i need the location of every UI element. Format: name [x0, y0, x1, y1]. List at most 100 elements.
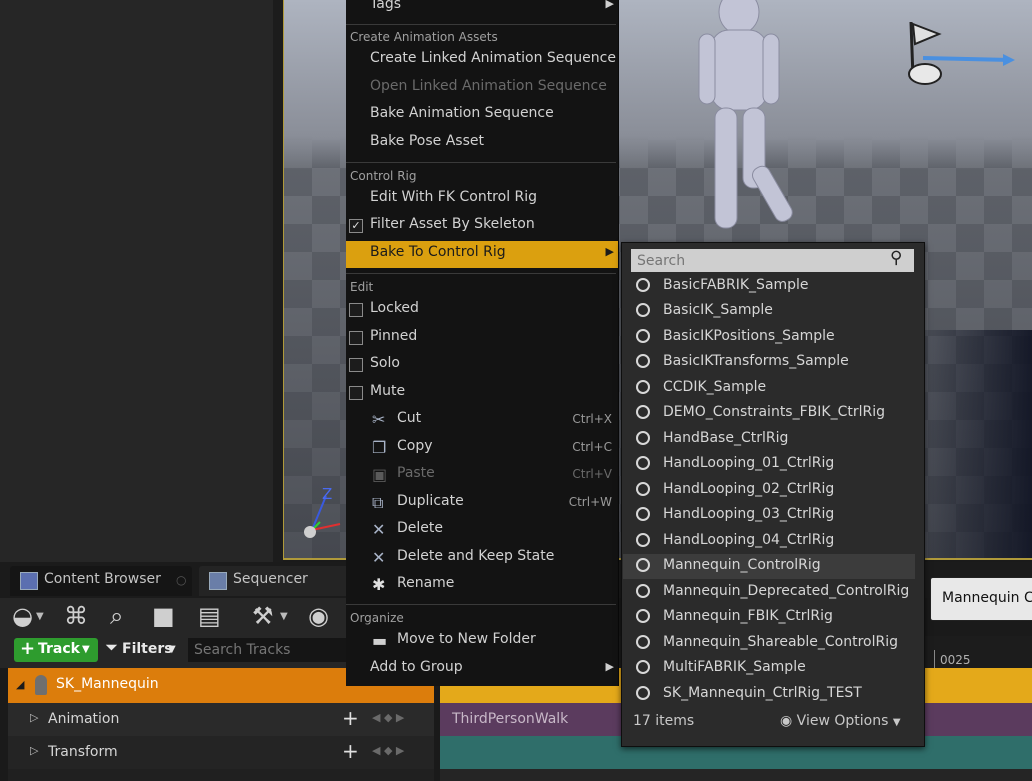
filters-label: Filters [122, 641, 173, 657]
control-rig-name: HandBase_CtrlRig [663, 430, 789, 446]
expand-triangle-icon[interactable]: ▷ [30, 711, 38, 724]
menu-separator [346, 162, 616, 163]
view-options-button[interactable]: ◉ View Options ▼ [780, 713, 901, 729]
menu-item-label: Duplicate [397, 493, 464, 509]
menu-item-rename[interactable]: ✱ Rename [346, 572, 618, 599]
key-nav-icon[interactable]: ◀ ◆ ▶ [372, 744, 404, 757]
control-rig-item[interactable]: CCDIK_Sample [623, 376, 915, 401]
control-rig-name: SK_Mannequin_CtrlRig_TEST [663, 685, 862, 701]
checkbox-icon[interactable] [349, 331, 363, 345]
menu-item-pinned[interactable]: Pinned [346, 325, 618, 352]
control-rig-item[interactable]: SK_Mannequin_CtrlRig_TEST [623, 682, 915, 707]
control-rig-name: Mannequin_Shareable_ControlRig [663, 634, 899, 650]
control-rig-name: DEMO_Constraints_FBIK_CtrlRig [663, 404, 885, 420]
wrench-icon[interactable]: ⚒ [252, 602, 274, 630]
menu-item-bake-animation-sequence[interactable]: Bake Animation Sequence [346, 102, 618, 129]
ruler-tick [934, 650, 935, 668]
menu-item-copy[interactable]: ❐ Copy Ctrl+C [346, 435, 618, 462]
control-rig-name: Mannequin_FBIK_CtrlRig [663, 608, 833, 624]
mannequin-control-button[interactable]: Mannequin C [930, 577, 1032, 621]
chevron-down-icon: ▼ [892, 717, 901, 728]
clapper-icon[interactable]: ▤ [198, 602, 221, 630]
key-nav-icon[interactable]: ◀ ◆ ▶ [372, 711, 404, 724]
menu-item-tags[interactable]: Tags ▶ [346, 0, 618, 20]
track-row-animation[interactable]: ▷ Animation + ◀ ◆ ▶ [8, 703, 434, 736]
menu-item-paste: ▣ Paste Ctrl+V [346, 462, 618, 489]
control-rig-name: BasicIK_Sample [663, 302, 773, 318]
control-rig-item[interactable]: HandLooping_04_CtrlRig [623, 529, 915, 554]
control-rig-item[interactable]: BasicIKTransforms_Sample [623, 350, 915, 375]
control-rig-item[interactable]: BasicIKPositions_Sample [623, 325, 915, 350]
menu-item-label: Bake Pose Asset [370, 133, 484, 149]
eye-icon[interactable]: ◉ [308, 602, 329, 630]
add-key-plus-icon[interactable]: + [342, 739, 359, 763]
checkbox-icon[interactable] [349, 358, 363, 372]
checkbox-icon[interactable] [349, 386, 363, 400]
chevron-down-icon[interactable]: ▼ [36, 611, 44, 622]
search-tracks-input[interactable] [188, 638, 350, 662]
control-rig-item[interactable]: MultiFABRIK_Sample [623, 656, 915, 681]
menu-item-delete[interactable]: ✕ Delete [346, 517, 618, 544]
control-rig-name: HandLooping_02_CtrlRig [663, 481, 835, 497]
asterisk-icon: ✱ [372, 575, 386, 594]
menu-item-create-linked-animation-sequence[interactable]: Create Linked Animation Sequence [346, 47, 618, 74]
search-icon[interactable]: ⌕ [110, 602, 123, 630]
menu-item-edit-with-fk-control-rig[interactable]: Edit With FK Control Rig [346, 186, 618, 213]
control-rig-item[interactable]: HandLooping_02_CtrlRig [623, 478, 915, 503]
menu-item-open-linked-animation-sequence: Open Linked Animation Sequence [346, 75, 618, 102]
control-rig-item[interactable]: HandLooping_01_CtrlRig [623, 452, 915, 477]
add-track-label: Track [38, 641, 80, 657]
chevron-down-icon[interactable]: ▼ [280, 611, 288, 622]
menu-item-label: Pinned [370, 328, 418, 344]
control-rig-item[interactable]: BasicFABRIK_Sample [623, 274, 915, 299]
camera-icon[interactable]: ■ [152, 602, 175, 630]
control-rig-item[interactable]: HandBase_CtrlRig [623, 427, 915, 452]
axis-z-label: Z [322, 485, 333, 503]
add-track-button[interactable]: + Track ▼ [14, 638, 98, 662]
control-rig-item[interactable]: Mannequin_Shareable_ControlRig [623, 631, 915, 656]
paste-icon: ▣ [372, 465, 388, 484]
panel-splitter[interactable] [273, 0, 283, 562]
menu-item-label: Add to Group [370, 659, 463, 675]
player-start-flag-icon[interactable] [899, 18, 1019, 88]
filters-button[interactable]: ⏷ Filters ▼ [104, 638, 182, 662]
menu-item-mute[interactable]: Mute [346, 380, 618, 407]
control-rig-item[interactable]: Mannequin_FBIK_CtrlRig [623, 605, 915, 630]
add-key-plus-icon[interactable]: + [342, 706, 359, 730]
control-rig-icon [636, 278, 650, 292]
menu-item-solo[interactable]: Solo [346, 352, 618, 379]
search-icon: ⚲ [890, 248, 903, 268]
control-rig-item[interactable]: BasicIK_Sample [623, 299, 915, 324]
mannequin-control-label: Mannequin C [942, 590, 1032, 606]
mannequin-character[interactable] [679, 0, 829, 245]
menu-item-label: Filter Asset By Skeleton [370, 216, 535, 232]
world-icon[interactable]: ◒ [12, 602, 33, 630]
menu-item-shortcut: Ctrl+X [572, 412, 612, 426]
checkbox-checked-icon[interactable]: ✓ [349, 219, 363, 233]
menu-item-duplicate[interactable]: ⧉ Duplicate Ctrl+W [346, 490, 618, 517]
menu-item-locked[interactable]: Locked [346, 297, 618, 324]
control-rig-search-input[interactable] [631, 249, 914, 272]
checkbox-icon[interactable] [349, 303, 363, 317]
control-rig-item[interactable]: DEMO_Constraints_FBIK_CtrlRig [623, 401, 915, 426]
control-rig-name: MultiFABRIK_Sample [663, 659, 806, 675]
track-row-transform[interactable]: ▷ Transform + ◀ ◆ ▶ [8, 736, 434, 769]
menu-item-filter-asset-by-skeleton[interactable]: ✓ Filter Asset By Skeleton [346, 213, 618, 240]
collapse-triangle-icon[interactable]: ◢ [16, 678, 24, 691]
tab-content-browser[interactable]: Content Browser ○ [10, 566, 192, 596]
menu-item-bake-pose-asset[interactable]: Bake Pose Asset [346, 130, 618, 157]
menu-item-label: Open Linked Animation Sequence [370, 78, 607, 94]
menu-item-bake-to-control-rig[interactable]: Bake To Control Rig ▶ [346, 241, 618, 268]
copy-icon: ❐ [372, 438, 387, 457]
control-rig-item-hovered[interactable]: Mannequin_ControlRig [623, 554, 915, 579]
control-rig-name: HandLooping_01_CtrlRig [663, 455, 835, 471]
control-rig-item[interactable]: Mannequin_Deprecated_ControlRig [623, 580, 915, 605]
menu-item-move-to-new-folder[interactable]: ▬ Move to New Folder [346, 628, 618, 655]
expand-triangle-icon[interactable]: ▷ [30, 744, 38, 757]
save-icon[interactable]: ⌘ [64, 602, 88, 630]
menu-item-delete-and-keep-state[interactable]: ✕ Delete and Keep State [346, 545, 618, 572]
menu-item-add-to-group[interactable]: Add to Group ▶ [346, 656, 618, 683]
menu-item-cut[interactable]: ✂ Cut Ctrl+X [346, 407, 618, 434]
control-rig-item[interactable]: HandLooping_03_CtrlRig [623, 503, 915, 528]
tab-close-icon[interactable]: ○ [176, 573, 186, 587]
